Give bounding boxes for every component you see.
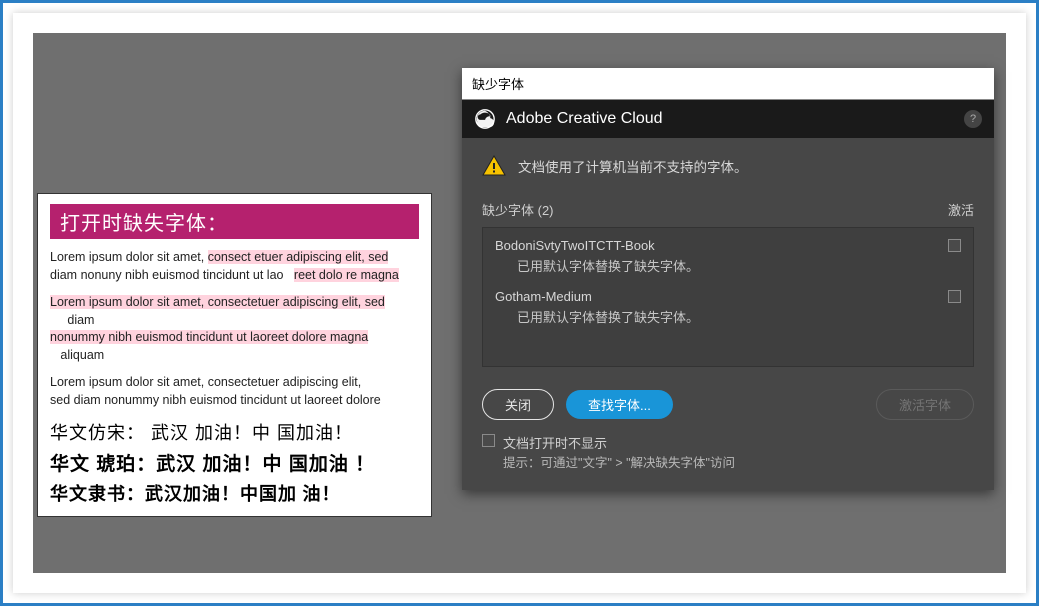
missing-fonts-label: 缺少字体 (2) <box>482 200 554 219</box>
dialog-title: 缺少字体 <box>462 68 994 100</box>
hint-text: 提示：可通过"文字" > "解决缺失字体"访问 <box>503 454 735 473</box>
dont-show-checkbox[interactable] <box>482 434 495 447</box>
missing-fonts-list: BodoniSvtyTwoITCTT-Book 已用默认字体替换了缺失字体。 G… <box>482 227 974 367</box>
missing-fonts-dialog: 缺少字体 Adobe Creative Cloud ? 文档使用了计算机当前不支… <box>462 68 994 490</box>
font-item: Gotham-Medium 已用默认字体替换了缺失字体。 <box>487 285 969 336</box>
doc-heading: 打开时缺失字体： <box>50 204 419 239</box>
activate-checkbox[interactable] <box>948 239 961 252</box>
activate-column-label: 激活 <box>948 200 974 219</box>
document-preview: 打开时缺失字体： Lorem ipsum dolor sit amet, con… <box>37 193 432 517</box>
font-status: 已用默认字体替换了缺失字体。 <box>495 256 961 275</box>
doc-paragraph-3: Lorem ipsum dolor sit amet, consectetuer… <box>50 374 419 409</box>
font-name: Gotham-Medium <box>495 289 592 304</box>
activate-fonts-button: 激活字体 <box>876 389 974 420</box>
doc-paragraph-2: Lorem ipsum dolor sit amet, consectetuer… <box>50 294 419 364</box>
font-item: BodoniSvtyTwoITCTT-Book 已用默认字体替换了缺失字体。 <box>487 234 969 285</box>
activate-checkbox[interactable] <box>948 290 961 303</box>
cn-line-2: 华文 琥珀：武汉 加油！中 国加油 ！ <box>50 449 419 476</box>
dont-show-label: 文档打开时不显示 <box>503 434 735 454</box>
cn-line-1: 华文仿宋： 武汉 加油！中 国加油！ <box>50 419 419 445</box>
creative-cloud-icon <box>474 108 496 130</box>
doc-paragraph-1: Lorem ipsum dolor sit amet, consect etue… <box>50 249 419 284</box>
font-status: 已用默认字体替换了缺失字体。 <box>495 307 961 326</box>
cn-line-3: 华文隶书：武汉加油！中国加 油！ <box>50 480 419 506</box>
canvas-area: 打开时缺失字体： Lorem ipsum dolor sit amet, con… <box>33 33 1006 573</box>
warning-message: 文档使用了计算机当前不支持的字体。 <box>518 156 748 176</box>
find-fonts-button[interactable]: 查找字体... <box>566 390 673 419</box>
help-icon[interactable]: ? <box>964 110 982 128</box>
creative-cloud-bar: Adobe Creative Cloud ? <box>462 100 994 138</box>
font-name: BodoniSvtyTwoITCTT-Book <box>495 238 655 253</box>
creative-cloud-label: Adobe Creative Cloud <box>506 110 663 128</box>
warning-icon <box>482 154 506 178</box>
close-button[interactable]: 关闭 <box>482 389 554 420</box>
